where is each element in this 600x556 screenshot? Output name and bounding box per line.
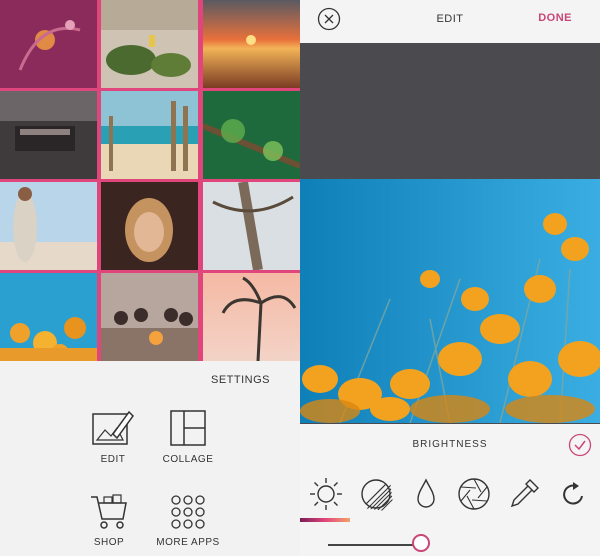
eyedropper-tool[interactable]	[506, 476, 542, 517]
thumb-girl-portrait[interactable]	[101, 182, 198, 270]
contrast-icon	[361, 479, 394, 512]
contrast-tool[interactable]	[358, 476, 394, 517]
photo-grid	[0, 0, 300, 361]
thumb-campfire-friends[interactable]	[101, 273, 198, 361]
thumb-beach-palms[interactable]	[101, 0, 198, 88]
more-apps-label: MORE APPS	[156, 537, 220, 548]
brightness-tool[interactable]	[308, 476, 344, 517]
shop-app-label: SHOP	[93, 537, 125, 548]
more-apps-button[interactable]: MORE APPS	[143, 493, 233, 548]
home-panel: SETTINGS EDIT COLLAGE SHOP MORE APPS	[0, 0, 300, 556]
check-icon	[568, 433, 592, 457]
rotate-tool[interactable]	[556, 476, 592, 517]
collage-icon	[170, 410, 206, 446]
brightness-icon	[310, 478, 342, 510]
editor-canvas	[300, 43, 600, 424]
collage-app-label: COLLAGE	[162, 454, 214, 465]
settings-link[interactable]: SETTINGS	[211, 374, 270, 386]
aperture-tool[interactable]	[456, 476, 492, 517]
more-apps-icon	[171, 495, 205, 529]
done-button[interactable]: DONE	[538, 12, 572, 24]
thumb-beach-fence[interactable]	[101, 91, 198, 179]
eyedropper-icon	[510, 479, 539, 508]
rotate-icon	[563, 482, 583, 505]
editor-topbar: EDIT DONE	[300, 0, 600, 43]
tool-name: BRIGHTNESS	[412, 439, 488, 450]
saturation-tool[interactable]	[408, 476, 444, 517]
editor-panel: EDIT DONE BRIGHTNESS	[300, 0, 600, 556]
shop-app-button[interactable]: SHOP	[64, 493, 154, 548]
thumb-yellow-flowers[interactable]	[0, 273, 97, 361]
thumb-palm-sky[interactable]	[203, 273, 300, 361]
thumb-green-branch[interactable]	[203, 91, 300, 179]
thumb-sunset-sea[interactable]	[203, 0, 300, 88]
thumb-palm-trunk[interactable]	[203, 182, 300, 270]
thumb-flower-purple[interactable]	[0, 0, 97, 88]
collage-app-button[interactable]: COLLAGE	[143, 408, 233, 465]
edit-icon	[92, 410, 134, 445]
brightness-slider-thumb[interactable]	[412, 534, 430, 552]
cart-icon	[91, 494, 127, 529]
thumb-bbq-grill[interactable]	[0, 91, 97, 179]
thumb-woman-beach[interactable]	[0, 182, 97, 270]
edited-photo[interactable]	[300, 179, 600, 423]
active-tool-indicator	[300, 518, 350, 522]
saturation-drop-icon	[417, 478, 435, 508]
aperture-icon	[458, 478, 490, 510]
confirm-button[interactable]	[568, 433, 592, 462]
